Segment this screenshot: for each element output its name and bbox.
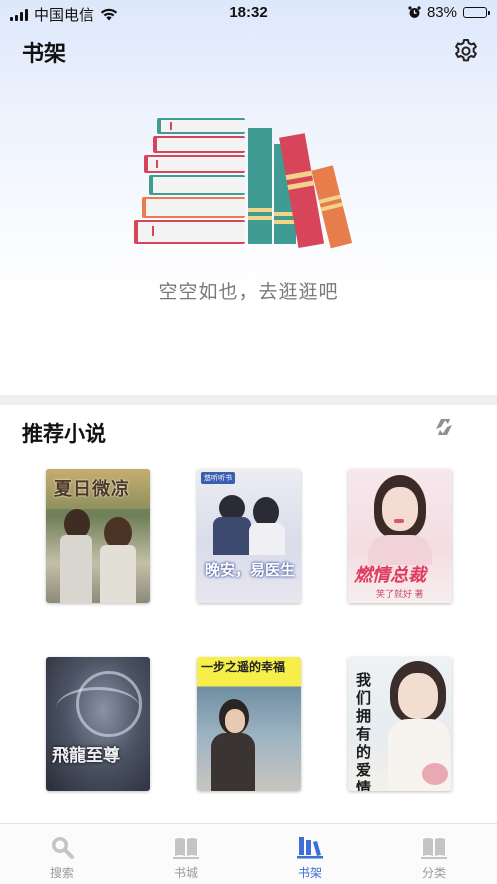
book-title: 我们拥有的爱情	[356, 671, 372, 791]
settings-button[interactable]	[451, 36, 481, 66]
book-cover-1[interactable]: 夏日微凉	[46, 469, 150, 603]
book-title: 飛龍至尊	[52, 746, 120, 766]
tab-bar: 搜索 书城 书架 分类	[0, 823, 497, 884]
standing-books	[248, 128, 353, 249]
recommend-title: 推荐小说	[22, 423, 106, 446]
status-bar: 中国电信 18:32 83%	[0, 0, 497, 26]
book-open-icon	[173, 838, 199, 859]
book-cover-2[interactable]: 悠听听书 晚安，易医生	[197, 469, 301, 603]
book-title: 晚安，易医生	[205, 561, 296, 579]
section-divider	[0, 395, 497, 405]
empty-shelf-illustration	[134, 118, 353, 249]
book-cover-6[interactable]: 我们拥有的爱情	[348, 657, 452, 791]
refresh-button[interactable]	[430, 413, 458, 441]
tab-label: 搜索	[49, 866, 74, 880]
battery-icon	[463, 7, 490, 18]
publisher-badge: 悠听听书	[201, 472, 235, 484]
search-icon	[52, 837, 74, 859]
alarm-icon	[408, 6, 421, 18]
stacked-books	[134, 118, 245, 244]
tab-bookstore[interactable]: 书城	[124, 824, 248, 884]
battery-percent: 83%	[426, 4, 457, 21]
empty-shelf-message[interactable]: 空空如也，去逛逛吧	[0, 277, 497, 304]
category-icon	[421, 838, 447, 859]
status-right: 83%	[408, 4, 490, 21]
book-title: 夏日微凉	[54, 479, 130, 500]
book-author: 笑了就好 著	[376, 589, 424, 599]
book-title: 一步之遥的幸福	[201, 660, 286, 674]
tab-label: 书城	[173, 866, 198, 880]
bookshelf-icon	[297, 837, 323, 859]
tab-label: 分类	[421, 866, 446, 880]
tab-bookshelf[interactable]: 书架	[248, 824, 372, 884]
tab-label: 书架	[297, 866, 322, 880]
gear-icon	[455, 39, 477, 62]
tab-search[interactable]: 搜索	[0, 824, 124, 884]
tab-category[interactable]: 分类	[372, 824, 496, 884]
refresh-icon	[436, 419, 452, 435]
book-cover-5[interactable]: 一步之遥的幸福	[197, 657, 301, 791]
book-cover-3[interactable]: 燃情总裁 笑了就好 著	[348, 469, 452, 603]
page-title: 书架	[22, 41, 67, 66]
book-title: 燃情总裁	[354, 565, 426, 586]
book-cover-4[interactable]: 飛龍至尊	[46, 657, 150, 791]
